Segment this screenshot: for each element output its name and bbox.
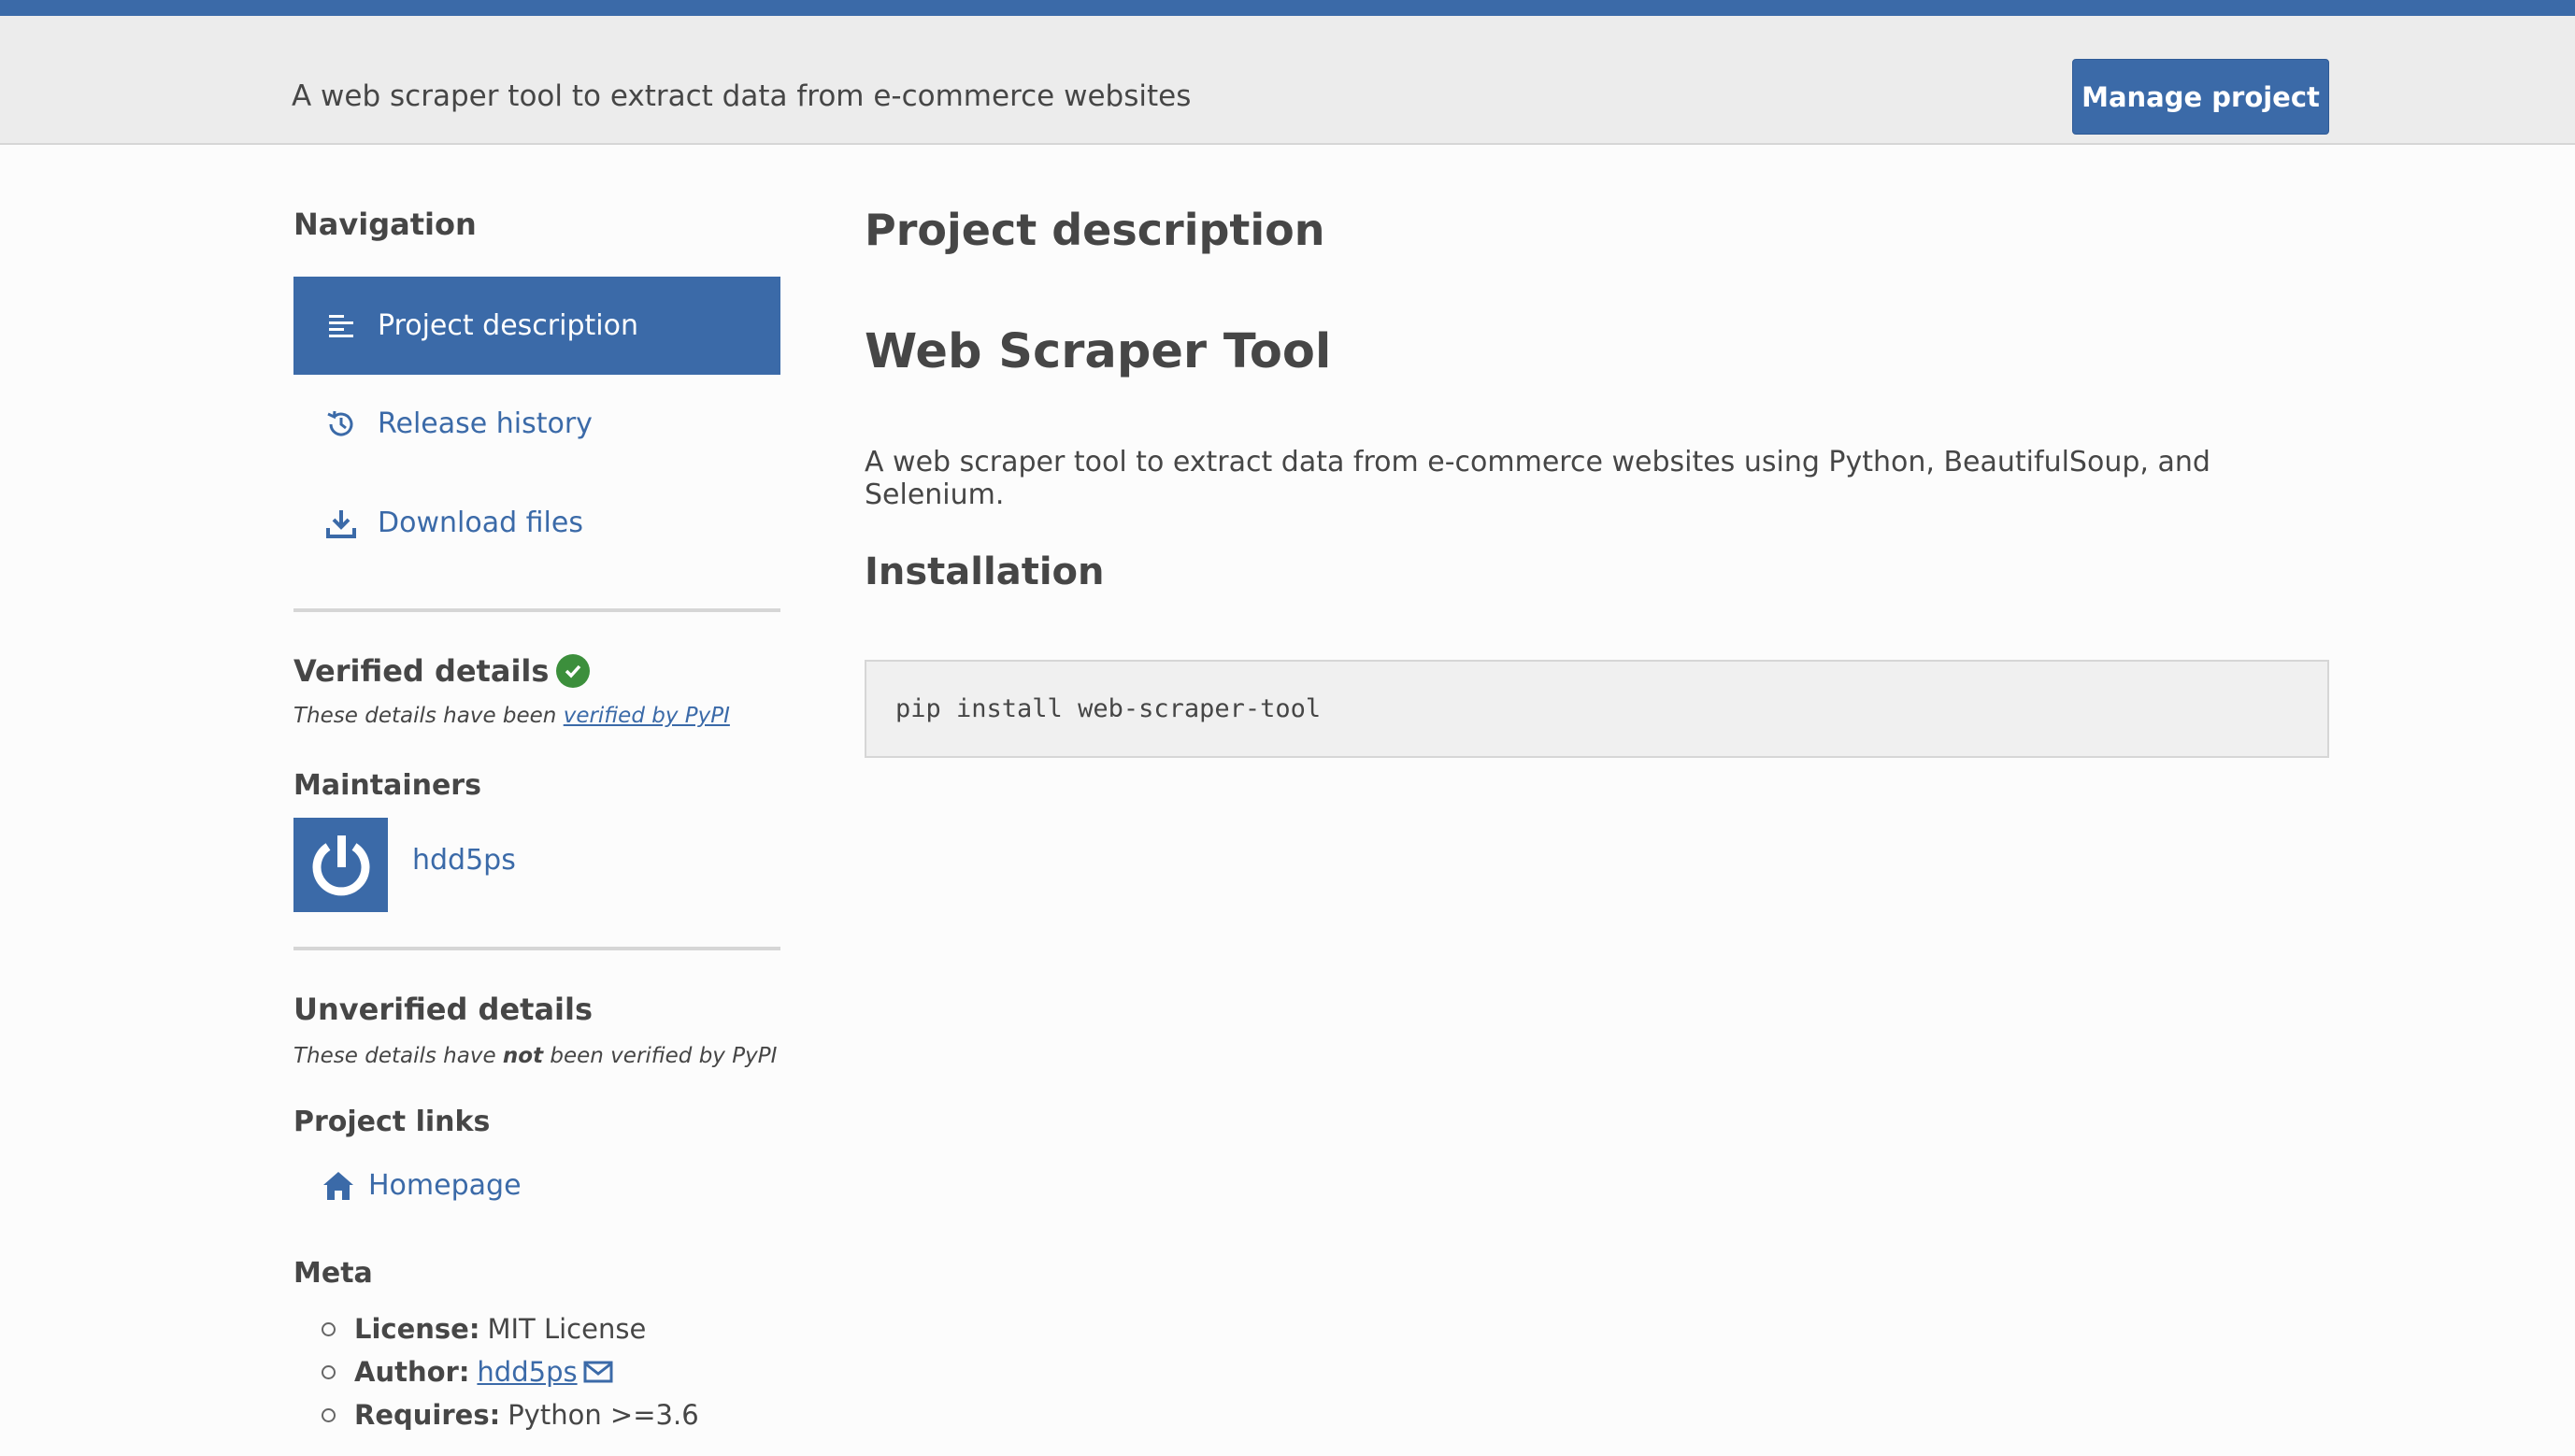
meta-list: License: MIT License Author: hdd5ps Requ… [322,1307,699,1436]
meta-requires: Requires: Python >=3.6 [322,1393,699,1436]
meta-license-key: License: [354,1313,480,1345]
verified-details-heading: Verified details [293,653,591,689]
avatar[interactable] [293,818,388,912]
unverified-details-note: These details have not been verified by … [293,1044,777,1068]
project-title: Web Scraper Tool [865,324,1332,379]
sidebar-divider [293,947,780,950]
banner-summary: A web scraper tool to extract data from … [292,79,1192,113]
meta-author: Author: hdd5ps [322,1350,699,1393]
maintainer-link[interactable]: hdd5ps [412,844,516,877]
meta-author-key: Author: [354,1356,470,1388]
unverified-details-heading: Unverified details [293,992,594,1027]
section-title: Project description [865,205,1325,255]
unverified-note-bold: not [502,1044,544,1068]
nav-item-download-files[interactable]: Download files [293,474,780,572]
meta-heading: Meta [293,1257,373,1290]
project-summary: A web scraper tool to extract data from … [865,446,2210,511]
align-left-icon [323,308,359,344]
homepage-label: Homepage [368,1169,522,1202]
download-icon [323,506,359,541]
power-icon [312,835,369,895]
sidebar-divider [293,608,780,612]
top-accent-bar [0,0,2575,16]
unverified-note-prefix: These details have [293,1044,503,1068]
nav-item-label: Release history [378,407,593,440]
home-icon [323,1171,353,1200]
nav-item-label: Download files [378,507,583,539]
maintainers-heading: Maintainers [293,769,481,802]
navigation-heading: Navigation [293,207,477,242]
meta-requires-key: Requires: [354,1399,501,1431]
verified-details-note: These details have been verified by PyPI [293,704,730,728]
history-icon [323,407,359,442]
nav-item-release-history[interactable]: Release history [293,375,780,473]
check-circle-icon [556,654,591,688]
meta-license: License: MIT License [322,1307,699,1350]
manage-project-button[interactable]: Manage project [2072,59,2329,135]
envelope-icon[interactable] [583,1360,613,1384]
verified-details-title: Verified details [293,653,550,689]
nav-item-project-description[interactable]: Project description [293,277,780,375]
meta-requires-value: Python >=3.6 [508,1399,699,1431]
installation-heading: Installation [865,550,1105,593]
unverified-note-suffix: been verified by PyPI [543,1044,778,1068]
nav-item-label: Project description [378,309,638,342]
verified-note-prefix: These details have been [293,704,564,728]
project-banner: A web scraper tool to extract data from … [0,16,2575,145]
homepage-link[interactable]: Homepage [322,1169,522,1202]
verified-by-pypi-link[interactable]: verified by PyPI [564,704,730,728]
author-link[interactable]: hdd5ps [477,1350,577,1393]
meta-license-value: MIT License [487,1313,647,1345]
project-links-heading: Project links [293,1106,491,1138]
install-code-block[interactable]: pip install web-scraper-tool [865,660,2329,758]
